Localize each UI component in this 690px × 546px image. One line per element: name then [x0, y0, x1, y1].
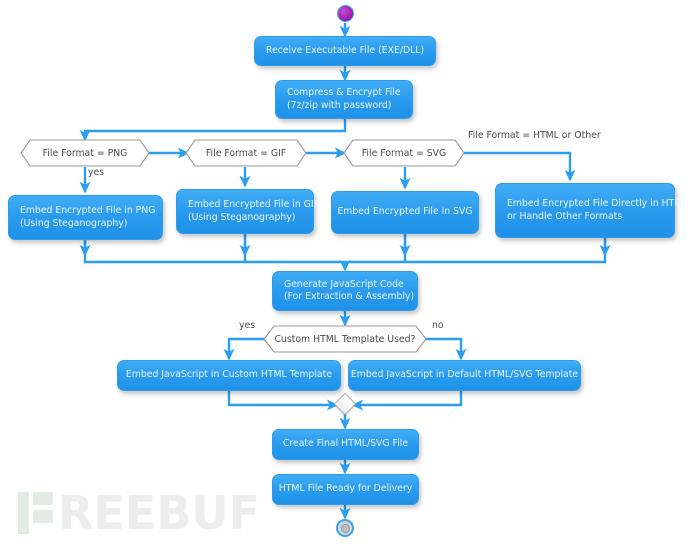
node-receive-line1: Receive Executable File (EXE/DLL)	[265, 44, 425, 56]
decision-png-label: File Format = PNG	[42, 147, 128, 159]
node-embed-encrypted-file-svg[interactable]: Embed Encrypted File in SVG	[331, 191, 479, 234]
node-receive-executable-file[interactable]: Receive Executable File (EXE/DLL)	[254, 36, 436, 66]
node-generate-javascript-code[interactable]: Generate JavaScript Code (For Extraction…	[272, 271, 418, 311]
node-embed-png-line2: (Using Steganography)	[20, 217, 128, 229]
node-embed-js-custom-template[interactable]: Embed JavaScript in Custom HTML Template	[117, 360, 341, 391]
decision-svg-label: File Format = SVG	[361, 147, 447, 159]
edge-label-html-or-other: File Format = HTML or Other	[468, 130, 601, 141]
edge-label-template-yes: yes	[239, 320, 256, 331]
decision-template-label: Custom HTML Template Used?	[274, 333, 416, 345]
node-embed-encrypted-file-gif[interactable]: Embed Encrypted File in GIF (Using Stega…	[176, 189, 319, 234]
node-embed-gif-line2: (Using Steganography)	[188, 211, 296, 223]
decision-file-format-gif[interactable]: File Format = GIF	[185, 139, 307, 167]
node-ready-line1: HTML File Ready for Delivery	[278, 483, 413, 495]
decision-file-format-png[interactable]: File Format = PNG	[20, 139, 150, 167]
watermark-f-arms	[33, 492, 53, 534]
node-embed-gif-line1: Embed Encrypted File in GIF	[188, 199, 319, 210]
watermark-f-vertical-bar	[18, 492, 29, 534]
watermark-text: REEBUF	[58, 486, 261, 540]
node-compress-line2: (7z/zip with password)	[287, 99, 392, 111]
edge-svg-to-embed-html	[460, 151, 576, 182]
end-node	[336, 519, 354, 537]
edge-default-to-merge	[351, 391, 463, 411]
watermark-f-arm-top	[33, 492, 53, 505]
edge-template-yes-to-custom	[223, 337, 265, 361]
node-embed-js-default-template[interactable]: Embed JavaScript in Default HTML/SVG Tem…	[348, 360, 581, 391]
edge-bus-horizontal	[83, 238, 607, 264]
node-generate-js-line2: (For Extraction & Assembly)	[284, 291, 415, 302]
watermark-f-glyph	[18, 492, 53, 534]
node-embed-html-line1: Embed Encrypted File Directly in HTML	[507, 198, 688, 209]
node-embed-html-line2: or Handle Other Formats	[507, 210, 623, 222]
edge-custom-to-merge	[227, 391, 339, 411]
node-create-final-file[interactable]: Create Final HTML/SVG File	[272, 429, 419, 460]
node-create-final-line1: Create Final HTML/SVG File	[282, 438, 409, 450]
node-html-file-ready[interactable]: HTML File Ready for Delivery	[272, 474, 419, 505]
edge-label-template-no: no	[432, 320, 444, 331]
flowchart-canvas: Receive Executable File (EXE/DLL) Compre…	[0, 0, 690, 546]
start-node	[336, 5, 354, 22]
node-embed-encrypted-file-html[interactable]: Embed Encrypted File Directly in HTML or…	[495, 183, 687, 238]
decision-file-format-svg[interactable]: File Format = SVG	[343, 139, 465, 167]
node-embed-encrypted-file-png[interactable]: Embed Encrypted File in PNG (Using Stega…	[8, 195, 163, 240]
node-compress-line1: Compress & Encrypt File	[287, 87, 401, 98]
watermark-f-arm-mid	[33, 510, 53, 523]
node-compress-encrypt-file[interactable]: Compress & Encrypt File (7z/zip with pas…	[275, 80, 413, 119]
edge-label-png-yes: yes	[88, 167, 105, 178]
edge-template-no-to-default	[425, 337, 467, 361]
node-embed-png-line1: Embed Encrypted File in PNG	[20, 205, 156, 216]
node-embed-default-line1: Embed JavaScript in Default HTML/SVG Tem…	[350, 369, 579, 381]
freebuf-watermark: REEBUF	[18, 486, 261, 540]
node-generate-js-line1: Generate JavaScript Code	[284, 278, 404, 290]
node-embed-svg-line1: Embed Encrypted File in SVG	[337, 206, 473, 218]
decision-gif-label: File Format = GIF	[205, 147, 287, 159]
merge-diamond-node	[333, 392, 357, 416]
decision-custom-html-template[interactable]: Custom HTML Template Used?	[263, 325, 427, 353]
edge-compress-to-png	[79, 119, 347, 142]
node-embed-custom-line1: Embed JavaScript in Custom HTML Template	[125, 369, 333, 381]
